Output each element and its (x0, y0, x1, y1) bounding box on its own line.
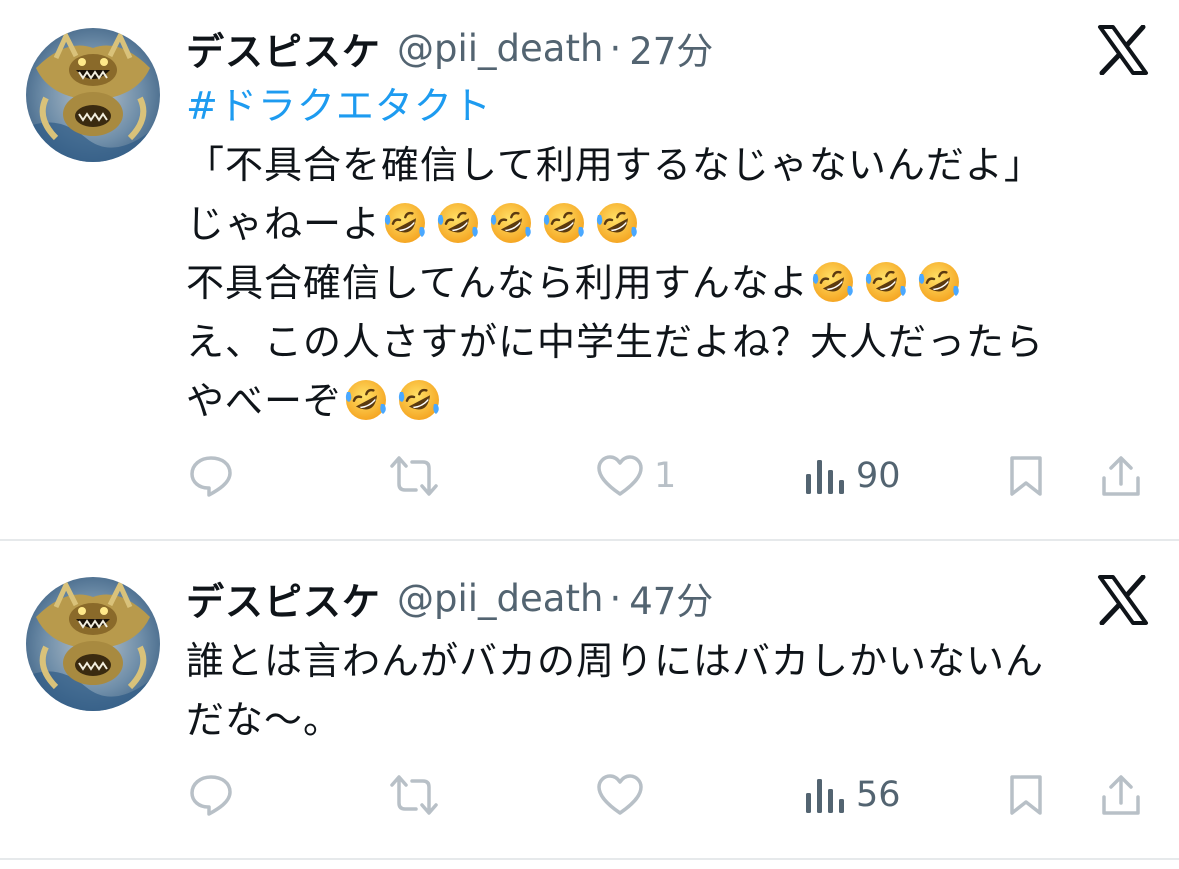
retweet-icon (390, 775, 438, 815)
separator-dot: · (609, 26, 622, 70)
views-button[interactable]: 56 (804, 770, 901, 820)
like-count: 1 (654, 456, 677, 496)
action-bar: 1 90 (186, 451, 1146, 501)
views-icon (806, 779, 844, 813)
tweet-line-text: 不具合確信してんなら利用すんなよ (186, 261, 809, 305)
author-name[interactable]: デスピスケ (186, 571, 381, 626)
tweet-header: デスピスケ @pii_death · 47分 (186, 568, 713, 628)
tweet-divider (0, 539, 1179, 541)
view-count: 90 (856, 456, 901, 496)
tweet-card[interactable]: デスピスケ @pii_death · 27分 #ドラクエタクト 「不具合を確信し… (0, 0, 1179, 541)
share-button[interactable] (1100, 451, 1142, 501)
retweet-icon (390, 456, 438, 496)
laughing-emoji-icon (344, 378, 388, 422)
tweet-line: 「不具合を確信して利用するなじゃないんだよ」 (186, 143, 1043, 187)
tweet-card[interactable]: デスピスケ @pii_death · 47分 誰とは言わんがバカの周りにはバカし… (0, 542, 1179, 860)
reply-icon (190, 456, 232, 497)
action-bar: 56 (186, 770, 1146, 820)
share-button[interactable] (1100, 770, 1142, 820)
laughing-emoji-icon (397, 378, 441, 422)
laughing-emoji-icon (595, 201, 639, 245)
laughing-emoji-icon (542, 201, 586, 245)
tweet-text: #ドラクエタクト 「不具合を確信して利用するなじゃないんだよ」 じゃねーよ 不具… (186, 77, 1146, 431)
laughing-emoji-icon (917, 260, 961, 304)
timestamp[interactable]: 27分 (629, 21, 713, 75)
laughing-emoji-icon (383, 201, 427, 245)
heart-icon (597, 774, 643, 815)
reply-icon (190, 775, 232, 816)
tweet-line-text: じゃねーよ (186, 202, 382, 246)
laughing-emoji-icon (864, 260, 908, 304)
tweet-header: デスピスケ @pii_death · 27分 (186, 18, 713, 78)
tweet-line: だな〜。 (186, 698, 343, 742)
tweet-line: 誰とは言わんがバカの周りにはバカしかいないん (186, 639, 1045, 683)
tweet-line: 不具合確信してんなら利用すんなよ (186, 254, 1146, 313)
author-handle[interactable]: @pii_death (397, 577, 603, 620)
share-icon (1102, 775, 1140, 815)
avatar[interactable] (26, 28, 160, 162)
share-icon (1102, 456, 1140, 496)
x-logo-icon[interactable] (1097, 24, 1149, 76)
laughing-emoji-icon (436, 201, 480, 245)
views-icon (806, 460, 844, 494)
tweet-line-text: やべーぞ (186, 379, 343, 423)
reply-button[interactable] (188, 770, 234, 820)
bookmark-icon (1010, 775, 1042, 815)
tweet-line: やべーぞ (186, 372, 1146, 431)
laughing-emoji-icon (811, 260, 855, 304)
laughing-emoji-icon (489, 201, 533, 245)
author-name[interactable]: デスピスケ (186, 21, 381, 76)
tweet-line: じゃねーよ (186, 195, 1146, 254)
author-handle[interactable]: @pii_death (397, 27, 603, 70)
bookmark-button[interactable] (1008, 451, 1044, 501)
bookmark-icon (1010, 456, 1042, 496)
avatar[interactable] (26, 577, 160, 711)
view-count: 56 (856, 775, 901, 815)
tweet-line: え、この人さすがに中学生だよね？大人だったら (186, 320, 1045, 364)
x-logo-icon[interactable] (1097, 574, 1149, 626)
views-button[interactable]: 90 (804, 451, 901, 501)
like-button[interactable] (596, 770, 644, 820)
like-button[interactable]: 1 (596, 451, 676, 501)
retweet-button[interactable] (388, 770, 440, 820)
bookmark-button[interactable] (1008, 770, 1044, 820)
retweet-button[interactable] (388, 451, 440, 501)
separator-dot: · (609, 576, 622, 620)
timestamp[interactable]: 47分 (629, 571, 713, 625)
hashtag-link[interactable]: #ドラクエタクト (186, 84, 492, 128)
tweet-text: 誰とは言わんがバカの周りにはバカしかいないん だな〜。 (186, 632, 1146, 750)
reply-button[interactable] (188, 451, 234, 501)
tweet-divider (0, 858, 1179, 860)
heart-icon (597, 455, 643, 496)
